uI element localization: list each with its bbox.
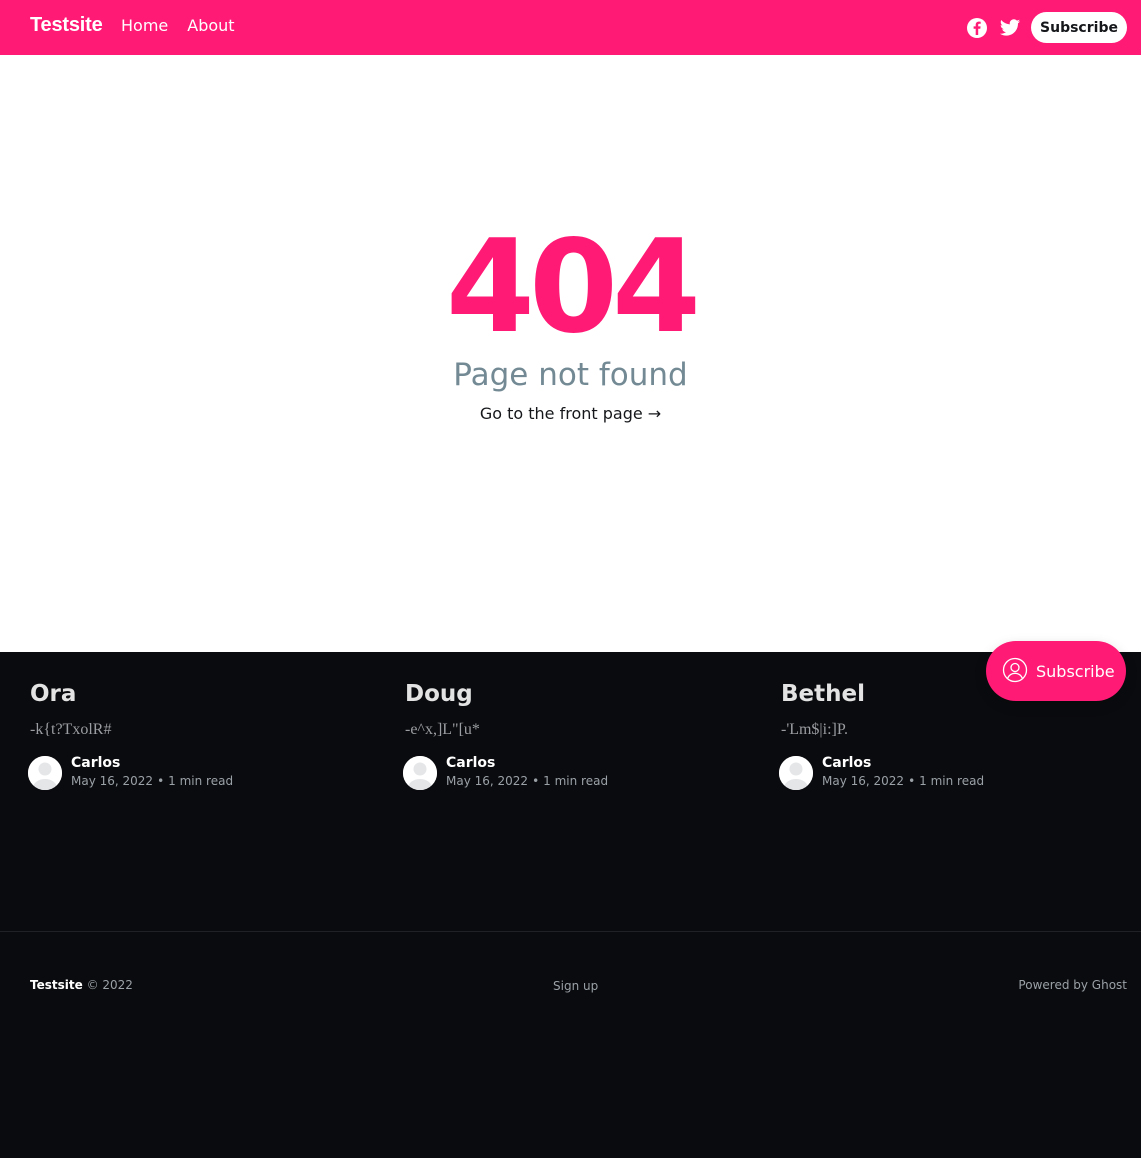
meta-separator: • bbox=[157, 774, 165, 788]
user-circle-icon bbox=[1002, 657, 1028, 686]
nav-item-home[interactable]: Home bbox=[121, 16, 168, 35]
error-message: Page not found bbox=[453, 357, 688, 393]
post-card[interactable]: Doug -e^x,]L"[u* Carlos May 16, 2022 • 1 m… bbox=[401, 680, 735, 794]
avatar[interactable] bbox=[777, 754, 815, 792]
post-card-meta: Carlos May 16, 2022 • 1 min read bbox=[401, 754, 735, 794]
error-code: 404 bbox=[445, 213, 701, 362]
site-logo[interactable]: Testsite bbox=[30, 14, 103, 37]
main-nav: Home About bbox=[121, 16, 235, 35]
portal-subscribe-button[interactable]: Subscribe bbox=[986, 641, 1126, 701]
signup-link[interactable]: Sign up bbox=[553, 979, 598, 993]
portal-subscribe-label: Subscribe bbox=[1036, 661, 1115, 681]
footer-site-link[interactable]: Testsite bbox=[30, 978, 83, 992]
post-card-meta: Carlos May 16, 2022 • 1 min read bbox=[777, 754, 1111, 794]
facebook-icon[interactable] bbox=[966, 17, 988, 39]
copyright: Testsite © 2022 bbox=[30, 978, 133, 992]
post-date: May 16, 2022 bbox=[822, 774, 905, 788]
author-name[interactable]: Carlos bbox=[446, 754, 495, 772]
post-card-meta: Carlos May 16, 2022 • 1 min read bbox=[26, 754, 360, 794]
post-card-excerpt: -'Lm$|i:]P. bbox=[781, 721, 848, 738]
post-card-title[interactable]: Doug bbox=[405, 680, 735, 708]
post-meta-line: May 16, 2022 • 1 min read bbox=[71, 773, 233, 789]
post-card[interactable]: Ora -k{t?TxolR# Carlos May 16, 2022 • 1 mi… bbox=[26, 680, 360, 794]
avatar[interactable] bbox=[26, 754, 64, 792]
meta-separator: • bbox=[908, 774, 916, 788]
post-date: May 16, 2022 bbox=[71, 774, 154, 788]
footer-region: Ora -k{t?TxolR# Carlos May 16, 2022 • 1 mi… bbox=[0, 652, 1141, 1158]
post-date: May 16, 2022 bbox=[446, 774, 529, 788]
powered-by-link[interactable]: Powered by Ghost bbox=[1018, 978, 1127, 992]
copyright-year: © 2022 bbox=[86, 978, 133, 992]
nav-item-about[interactable]: About bbox=[187, 16, 234, 35]
author-name[interactable]: Carlos bbox=[71, 754, 120, 772]
post-card-excerpt: -k{t?TxolR# bbox=[30, 721, 112, 738]
read-time: 1 min read bbox=[919, 774, 985, 788]
post-card-excerpt: -e^x,]L"[u* bbox=[405, 721, 480, 738]
subscribe-button[interactable]: Subscribe bbox=[1031, 12, 1127, 43]
front-page-link[interactable]: Go to the front page → bbox=[480, 404, 661, 423]
avatar[interactable] bbox=[401, 754, 439, 792]
author-name[interactable]: Carlos bbox=[822, 754, 871, 772]
post-card-title[interactable]: Ora bbox=[30, 680, 360, 708]
read-time: 1 min read bbox=[543, 774, 609, 788]
twitter-icon[interactable] bbox=[999, 17, 1021, 39]
site-header: Testsite Home About Subscribe bbox=[0, 0, 1141, 55]
post-meta-line: May 16, 2022 • 1 min read bbox=[446, 773, 608, 789]
error-link-wrapper: Go to the front page → bbox=[0, 403, 1141, 425]
post-meta-line: May 16, 2022 • 1 min read bbox=[822, 773, 984, 789]
meta-separator: • bbox=[532, 774, 540, 788]
read-time: 1 min read bbox=[168, 774, 234, 788]
footer-divider bbox=[0, 931, 1141, 932]
